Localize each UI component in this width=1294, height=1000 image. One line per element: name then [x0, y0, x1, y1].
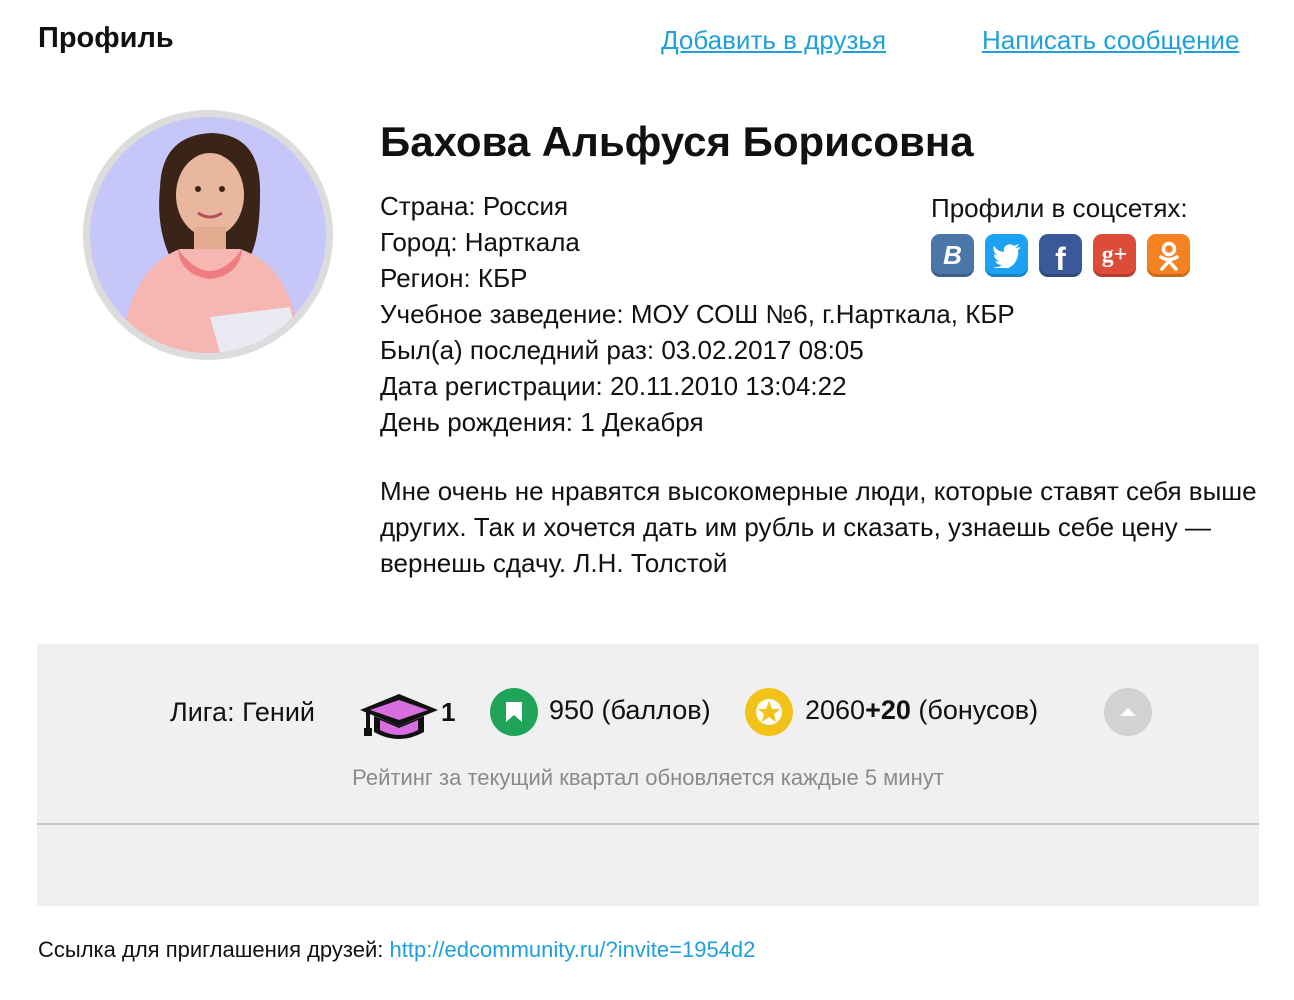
points-value: 950 (баллов)	[549, 695, 711, 725]
points-flag-icon	[490, 688, 538, 736]
graduation-cap-icon	[358, 690, 440, 749]
facebook-glyph: f	[1055, 241, 1066, 277]
collapse-up-button[interactable]	[1104, 688, 1152, 736]
bonus-suffix: (бонусов)	[910, 695, 1039, 725]
add-friend-link[interactable]: Добавить в друзья	[661, 25, 886, 56]
send-message-link[interactable]: Написать сообщение	[982, 25, 1239, 56]
bonus-base: 2060	[805, 695, 866, 725]
cap-count: 1	[441, 697, 456, 727]
twitter-bird-glyph	[992, 243, 1020, 268]
odnoklassniki-glyph	[1158, 241, 1179, 271]
bonus-value: 2060+20 (бонусов)	[805, 695, 1038, 726]
birthday: День рождения: 1 Декабря	[380, 407, 704, 437]
vk-icon[interactable]: B	[931, 234, 974, 277]
odnoklassniki-icon[interactable]	[1147, 234, 1190, 277]
region: Регион: КБР	[380, 263, 528, 293]
avatar	[83, 110, 333, 360]
chevron-up-icon	[1120, 708, 1136, 716]
profile-quote: Мне очень не нравятся высокомерные люди,…	[380, 476, 1257, 578]
full-name: Бахова Альфуся Борисовна	[380, 118, 974, 165]
invite-label: Ссылка для приглашения друзей:	[38, 937, 390, 962]
social-icons: B f g+	[931, 234, 1190, 277]
invite-link[interactable]: http://edcommunity.ru/?invite=1954d2	[390, 937, 756, 962]
invite-line: Ссылка для приглашения друзей: http://ed…	[38, 937, 755, 963]
rating-note: Рейтинг за текущий квартал обновляется к…	[352, 765, 944, 790]
bonus-star-icon	[745, 688, 793, 736]
google-plus-glyph: g+	[1101, 242, 1128, 268]
stats-divider	[37, 823, 1259, 825]
city: Город: Нарткала	[380, 227, 580, 257]
school: Учебное заведение: МОУ СОШ №6, г.Нарткал…	[380, 299, 1015, 329]
page-title: Профиль	[38, 22, 174, 54]
last-seen: Был(а) последний раз: 03.02.2017 08:05	[380, 335, 864, 365]
facebook-icon[interactable]: f	[1039, 234, 1082, 277]
league-label: Лига: Гений	[170, 697, 315, 727]
social-profiles-title: Профили в соцсетях:	[931, 193, 1188, 223]
twitter-icon[interactable]	[985, 234, 1028, 277]
bonus-extra: +20	[865, 695, 911, 725]
google-plus-icon[interactable]: g+	[1093, 234, 1136, 277]
country: Страна: Россия	[380, 191, 569, 221]
registration-date: Дата регистрации: 20.11.2010 13:04:22	[380, 371, 847, 401]
vk-glyph: B	[943, 240, 962, 270]
avatar-photo	[90, 117, 326, 353]
